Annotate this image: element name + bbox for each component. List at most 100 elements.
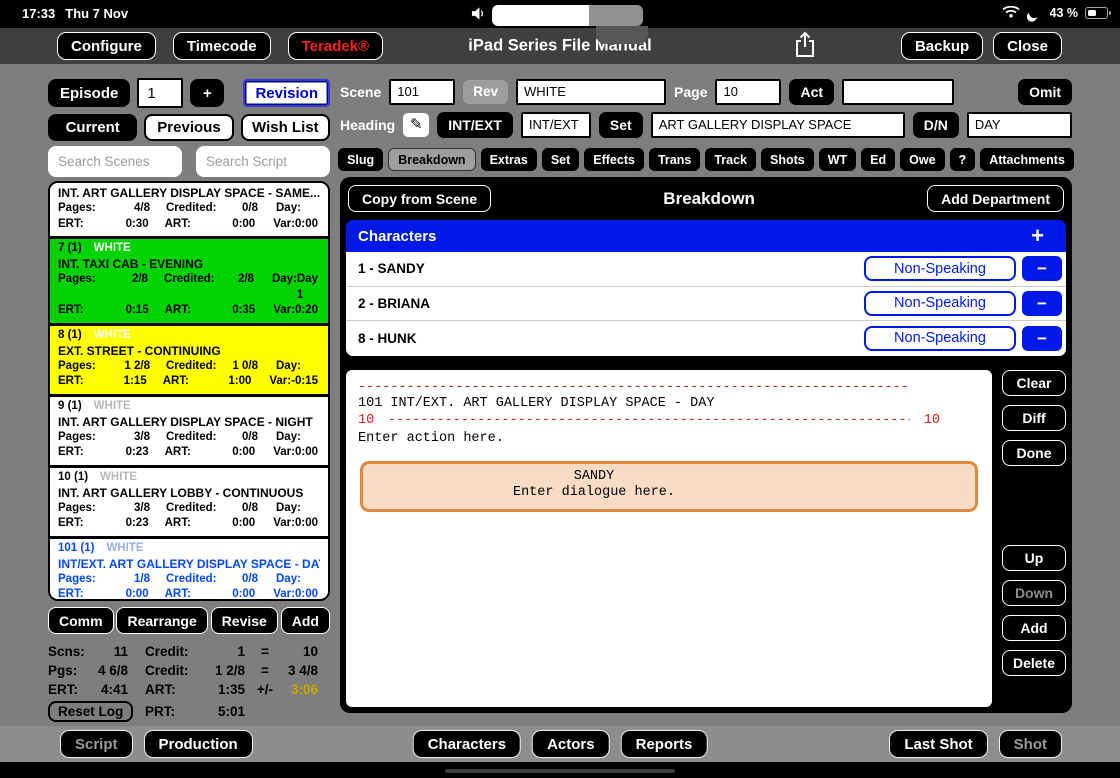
up-button[interactable]: Up	[1002, 545, 1066, 571]
script-editor[interactable]: ----------------------------------------…	[346, 370, 992, 708]
script-button[interactable]: Script	[60, 730, 133, 758]
search-scenes-input[interactable]	[48, 146, 182, 177]
timecode-button[interactable]: Timecode	[173, 32, 271, 60]
reports-button[interactable]: Reports	[621, 730, 708, 758]
script-scene-heading[interactable]: 101 INT/EXT. ART GALLERY DISPLAY SPACE -…	[358, 396, 980, 413]
add-character-button[interactable]: +	[1031, 225, 1044, 247]
clear-button[interactable]: Clear	[1002, 370, 1066, 396]
diff-button[interactable]: Diff	[1002, 405, 1066, 431]
set-field[interactable]	[651, 112, 905, 138]
last-shot-button[interactable]: Last Shot	[889, 730, 987, 758]
department-header-characters[interactable]: Characters +	[346, 220, 1066, 252]
tab-extras[interactable]: Extras	[481, 148, 537, 171]
teradek-button[interactable]: Teradek®	[288, 32, 383, 60]
int-ext-field[interactable]	[521, 112, 591, 138]
copy-from-scene-button[interactable]: Copy from Scene	[348, 185, 491, 212]
pages-value: 4/8	[134, 201, 150, 217]
day-night-button[interactable]: D/N	[913, 112, 959, 138]
revision-color-field[interactable]	[516, 79, 666, 105]
art-value: 0:00	[232, 587, 255, 601]
revision-button[interactable]: Revision	[243, 79, 330, 107]
tab-previous[interactable]: Previous	[144, 114, 233, 141]
tab-track[interactable]: Track	[705, 148, 756, 171]
scene-list-item[interactable]: 8 (1) WHITE EXT. STREET - CONTINUING Pag…	[50, 326, 328, 397]
add-element-button[interactable]: Add	[1002, 615, 1066, 641]
remove-character-button[interactable]: −	[1022, 326, 1062, 351]
comm-button[interactable]: Comm	[48, 607, 114, 634]
tab-breakdown[interactable]: Breakdown	[388, 148, 475, 171]
credit-label: Credit:	[145, 642, 200, 661]
omit-button[interactable]: Omit	[1018, 79, 1072, 105]
speaking-toggle-button[interactable]: Non-Speaking	[864, 291, 1016, 316]
tab-wish-list[interactable]: Wish List	[241, 114, 330, 141]
scene-list-item[interactable]: 10 (1) WHITE INT. ART GALLERY LOBBY - CO…	[50, 468, 328, 539]
characters-button[interactable]: Characters	[413, 730, 521, 758]
production-button[interactable]: Production	[144, 730, 253, 758]
add-scene-button[interactable]: Add	[281, 607, 330, 634]
set-button[interactable]: Set	[599, 112, 643, 138]
reset-log-button[interactable]: Reset Log	[48, 701, 133, 722]
script-section: ----------------------------------------…	[346, 370, 1066, 708]
int-ext-button[interactable]: INT/EXT	[437, 112, 513, 138]
action-text[interactable]: Enter action here.	[358, 431, 980, 448]
backup-button[interactable]: Backup	[901, 32, 983, 60]
scene-list-item[interactable]: 7 (1) WHITE INT. TAXI CAB - EVENING Page…	[50, 239, 328, 326]
ert-value: 1:15	[124, 374, 147, 390]
rev-button[interactable]: Rev	[463, 80, 508, 104]
edit-heading-checkbox-icon[interactable]: ✎	[403, 113, 429, 137]
act-field[interactable]	[842, 79, 954, 105]
down-button[interactable]: Down	[1002, 580, 1066, 606]
configure-button[interactable]: Configure	[57, 32, 156, 60]
scene-list-item[interactable]: 9 (1) WHITE INT. ART GALLERY DISPLAY SPA…	[50, 397, 328, 468]
actors-button[interactable]: Actors	[532, 730, 610, 758]
act-button[interactable]: Act	[789, 79, 834, 105]
speaker-icon	[471, 6, 486, 26]
close-button[interactable]: Close	[993, 32, 1062, 60]
shot-button[interactable]: Shot	[999, 730, 1062, 758]
var-label: Var:	[273, 217, 295, 233]
add-episode-button[interactable]: +	[190, 79, 224, 107]
page-number-field[interactable]	[715, 79, 781, 105]
remove-character-button[interactable]: −	[1022, 256, 1062, 281]
add-department-button[interactable]: Add Department	[927, 185, 1064, 212]
episode-number-field[interactable]	[137, 78, 183, 108]
tab-current[interactable]: Current	[48, 114, 137, 141]
episode-button[interactable]: Episode	[48, 79, 130, 107]
scene-list-item[interactable]: INT. ART GALLERY DISPLAY SPACE - SAME...…	[50, 183, 328, 239]
delete-button[interactable]: Delete	[1002, 650, 1066, 676]
speaking-toggle-button[interactable]: Non-Speaking	[864, 256, 1016, 281]
credited-label: Credited:	[166, 359, 216, 375]
tab-ed[interactable]: Ed	[861, 148, 895, 171]
scene-stats: ERT:0:00 ART:0:00 Var:0:00	[58, 587, 320, 601]
done-button[interactable]: Done	[1002, 440, 1066, 466]
tab-slug[interactable]: Slug	[338, 148, 383, 171]
volume-slider[interactable]	[492, 5, 643, 26]
tab-owe[interactable]: Owe	[900, 148, 944, 171]
scene-number-field[interactable]	[389, 79, 455, 105]
rearrange-button[interactable]: Rearrange	[116, 607, 207, 634]
credit-value: 1 2/8	[200, 661, 245, 680]
dialogue-block[interactable]: SANDY Enter dialogue here.	[360, 461, 978, 512]
character-cue: SANDY	[363, 469, 825, 486]
scene-list-item[interactable]: 101 (1) WHITE INT/EXT. ART GALLERY DISPL…	[50, 539, 328, 602]
var-value: 0:00	[295, 217, 318, 233]
scene-revision-label: WHITE	[94, 399, 131, 414]
search-script-input[interactable]	[196, 146, 330, 177]
equals-sign: =	[245, 642, 285, 661]
remove-character-button[interactable]: −	[1022, 291, 1062, 316]
tab-effects[interactable]: Effects	[584, 148, 644, 171]
day-night-field[interactable]	[967, 112, 1072, 138]
tab-trans[interactable]: Trans	[649, 148, 700, 171]
share-icon[interactable]	[793, 31, 817, 61]
tab-set[interactable]: Set	[542, 148, 579, 171]
tab-wt[interactable]: WT	[819, 148, 856, 171]
tab-help[interactable]: ?	[950, 148, 976, 171]
revise-button[interactable]: Revise	[211, 607, 278, 634]
tab-attachments[interactable]: Attachments	[980, 148, 1074, 171]
speaking-toggle-button[interactable]: Non-Speaking	[864, 326, 1016, 351]
home-indicator[interactable]	[445, 769, 675, 773]
status-time: 17:33	[22, 6, 55, 21]
pages-value: 3/8	[134, 501, 150, 517]
tab-shots[interactable]: Shots	[761, 148, 814, 171]
scene-separator-line: ----------------------------------------…	[358, 380, 908, 397]
